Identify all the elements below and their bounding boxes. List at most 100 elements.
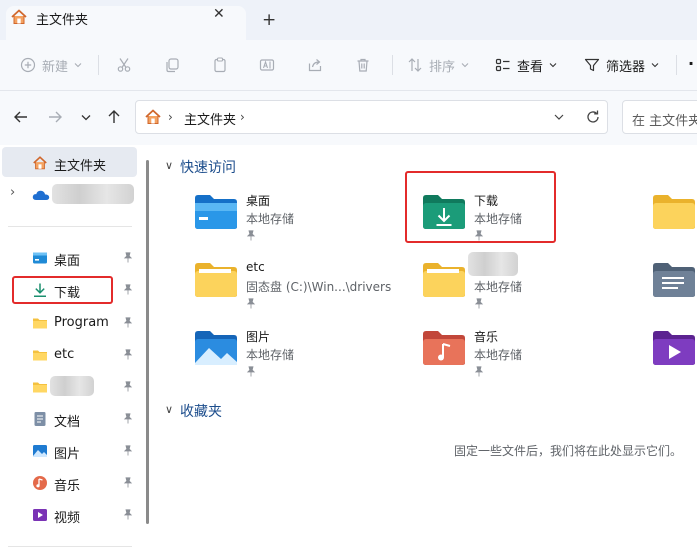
rename-button[interactable] [259, 54, 275, 76]
pictures-folder-icon [194, 330, 238, 366]
sidebar-divider [8, 226, 132, 227]
pin-icon [246, 298, 256, 312]
sidebar-item-program[interactable]: Program [0, 310, 146, 336]
folder-icon [32, 347, 48, 363]
sidebar-item-onedrive[interactable]: › [0, 182, 146, 208]
plus-circle-icon [20, 57, 36, 73]
sidebar-item-label: 主文件夹 [54, 159, 107, 174]
desktop-folder-icon [194, 194, 238, 230]
sidebar-item-label: Program [54, 315, 109, 330]
pin-icon [474, 298, 484, 312]
breadcrumb-chevron-icon[interactable]: › [168, 110, 173, 124]
folder-icon [194, 262, 238, 298]
filter-button[interactable]: 筛选器 [584, 54, 659, 76]
trash-icon [357, 58, 369, 72]
chevron-down-icon [74, 63, 82, 68]
tile-documents-partial[interactable] [652, 258, 697, 314]
pin-icon [123, 381, 133, 395]
toolbar-divider [676, 55, 677, 75]
expand-chevron-icon[interactable]: › [10, 185, 15, 200]
collapse-chevron-icon[interactable]: ∨ [165, 159, 173, 172]
share-button[interactable] [307, 54, 323, 76]
sidebar-item-label: 图片 [54, 447, 81, 462]
sidebar-item-label: 文档 [54, 415, 81, 430]
pin-icon [246, 366, 256, 380]
search-placeholder: 在 主文件夹 [632, 114, 697, 129]
delete-button[interactable] [355, 54, 371, 76]
sidebar-divider [8, 546, 132, 547]
forward-arrow-icon[interactable] [46, 108, 64, 126]
recent-locations-chevron-icon[interactable] [77, 108, 95, 126]
sidebar-item-home[interactable]: 主文件夹 [0, 150, 146, 176]
sidebar-item-label: 音乐 [54, 479, 81, 494]
filter-icon [584, 58, 600, 72]
sidebar-item-videos[interactable]: 视频 [0, 502, 146, 528]
more-options-button[interactable]: · [688, 54, 694, 73]
documents-folder-icon [652, 262, 696, 298]
pin-icon [474, 366, 484, 380]
view-button[interactable]: 查看 [495, 54, 557, 76]
pin-icon [123, 317, 133, 331]
tile-location: 固态盘 (C:)\Win...\drivers [246, 280, 392, 294]
up-arrow-icon[interactable] [105, 108, 123, 126]
chevron-down-icon [651, 63, 659, 68]
cut-button[interactable] [116, 54, 132, 76]
address-dropdown-icon[interactable] [553, 111, 565, 126]
favorites-heading[interactable]: 收藏夹 [180, 401, 222, 421]
quick-access-heading[interactable]: 快速访问 [180, 157, 236, 177]
tile-music[interactable]: 音乐 本地存储 [422, 326, 642, 382]
sidebar-item-documents[interactable]: 文档 [0, 406, 146, 432]
sidebar-item-etc[interactable]: etc [0, 342, 146, 368]
sidebar-item-label: 桌面 [54, 254, 81, 269]
chevron-down-icon [461, 63, 469, 68]
pin-icon [123, 413, 133, 427]
toolbar-divider [392, 55, 393, 75]
pin-icon [246, 230, 256, 244]
view-label: 查看 [517, 59, 544, 75]
tile-location: 本地存储 [246, 348, 295, 362]
new-button[interactable]: 新建 [20, 54, 82, 76]
music-icon [32, 475, 48, 491]
sidebar-item-desktop[interactable]: 桌面 [0, 245, 146, 271]
sidebar-scrollbar[interactable] [146, 160, 149, 524]
favorites-empty-message: 固定一些文件后，我们将在此处显示它们。 [454, 444, 683, 458]
pin-icon [123, 252, 133, 266]
sort-icon [408, 58, 422, 72]
redacted-label [468, 252, 518, 276]
tile-redacted-folder[interactable]: 本地存储 [422, 252, 642, 314]
cloud-icon [32, 187, 50, 203]
refresh-icon[interactable] [585, 109, 601, 128]
view-list-icon [495, 58, 510, 72]
sidebar-item-redacted-folder[interactable] [0, 374, 146, 400]
share-icon [308, 59, 322, 72]
highlight-box-downloads-tile [405, 171, 556, 243]
pin-icon [123, 349, 133, 363]
breadcrumb-chevron-icon[interactable]: › [240, 110, 245, 124]
tile-pictures[interactable]: 图片 本地存储 [194, 326, 414, 382]
tile-name: etc [246, 260, 265, 274]
tile-location: 本地存储 [474, 280, 523, 294]
sort-button[interactable]: 排序 [407, 54, 469, 76]
breadcrumb-home-folder[interactable]: 主文件夹 [184, 109, 236, 128]
new-tab-button[interactable]: + [262, 10, 276, 30]
filter-label: 筛选器 [606, 59, 646, 75]
tile-folder-partial[interactable] [652, 190, 697, 246]
close-tab-button[interactable]: ✕ [213, 6, 225, 22]
paste-button[interactable] [212, 54, 228, 76]
collapse-chevron-icon[interactable]: ∨ [165, 403, 173, 416]
folder-icon [652, 194, 696, 230]
sidebar-item-pictures[interactable]: 图片 [0, 438, 146, 464]
chevron-down-icon [549, 63, 557, 68]
rename-icon [259, 59, 275, 71]
copy-button[interactable] [164, 54, 180, 76]
tile-etc[interactable]: etc 固态盘 (C:)\Win...\drivers [194, 258, 414, 314]
folder-icon [32, 379, 48, 395]
folder-icon [32, 315, 48, 331]
tab-title: 主文件夹 [36, 13, 89, 28]
sort-label: 排序 [429, 59, 456, 75]
tile-desktop[interactable]: 桌面 本地存储 [194, 190, 414, 246]
back-arrow-icon[interactable] [12, 108, 30, 126]
sidebar-item-music[interactable]: 音乐 [0, 470, 146, 496]
sidebar-item-label: etc [54, 347, 75, 362]
tile-videos-partial[interactable] [652, 326, 697, 382]
